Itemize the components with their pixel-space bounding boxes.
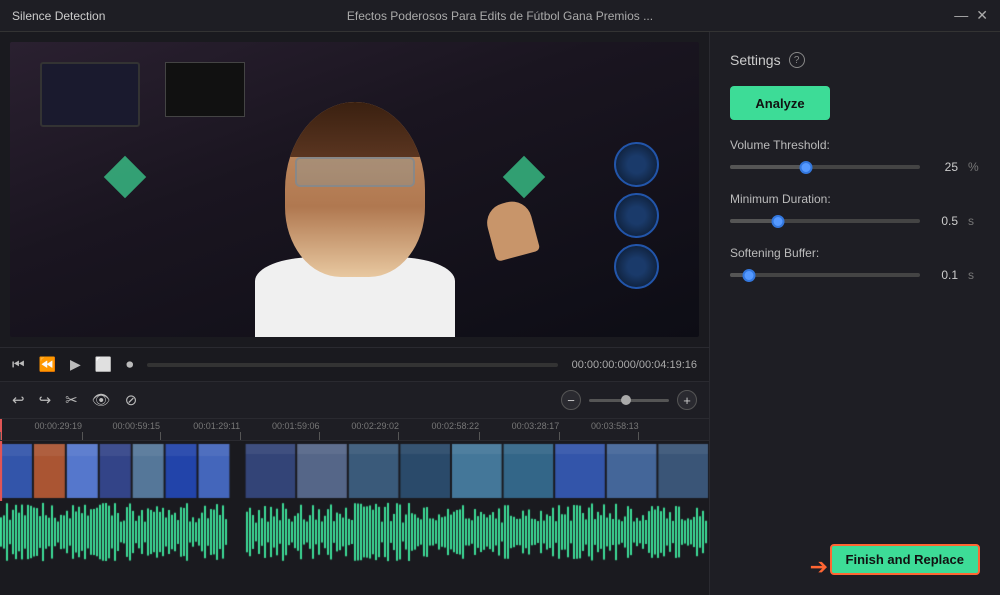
play-prev-button[interactable]: ⏪ xyxy=(39,356,56,373)
eye-button[interactable]: 👁 xyxy=(92,391,111,409)
ruler-mark-7: 00:03:28:17 xyxy=(559,419,560,440)
softening-buffer-thumb[interactable] xyxy=(743,269,756,282)
softening-buffer-label: Softening Buffer: xyxy=(730,246,980,260)
clips-playhead xyxy=(0,441,2,501)
ruler-mark-8: 00:03:58:13 xyxy=(638,419,639,440)
timeline-area: 00:00 00:00:29:19 00:00:59:15 00:01:29:1… xyxy=(0,419,709,595)
person-hair xyxy=(285,102,425,157)
close-button[interactable]: ✕ xyxy=(976,7,988,24)
volume-threshold-label: Volume Threshold: xyxy=(730,138,980,152)
settings-label: Settings xyxy=(730,52,781,68)
redo-button[interactable]: ↪ xyxy=(39,391,52,409)
minimum-duration-label: Minimum Duration: xyxy=(730,192,980,206)
softening-buffer-row: 0.1 s xyxy=(730,268,980,282)
bg-screen xyxy=(40,62,140,127)
diamond-right xyxy=(503,156,545,198)
skip-back-button[interactable]: ⏮ xyxy=(12,356,25,373)
zoom-thumb xyxy=(621,395,631,405)
playback-controls: ⏮ ⏪ ▶ ⬜ ⏺ 00:00:00:000/00:04:19:16 xyxy=(0,347,709,381)
edit-toolbar: ↩ ↪ ✂ 👁 ⊘ − + xyxy=(0,381,709,419)
main-layout: ⏮ ⏪ ▶ ⬜ ⏺ 00:00:00:000/00:04:19:16 ↩ ↪ ✂… xyxy=(0,32,1000,595)
volume-threshold-fill xyxy=(730,165,806,169)
clips-track xyxy=(0,441,709,501)
person-hand xyxy=(483,197,541,262)
record-button[interactable]: ⏺ xyxy=(126,356,133,373)
stop-button[interactable]: ⬜ xyxy=(95,356,112,373)
person-head xyxy=(285,102,425,277)
progress-bar[interactable] xyxy=(147,363,557,367)
softening-buffer-section: Softening Buffer: 0.1 s xyxy=(730,246,980,282)
diamond-left xyxy=(104,156,146,198)
app-title: Silence Detection xyxy=(12,9,105,23)
right-panel: Settings ? Analyze Volume Threshold: 25 … xyxy=(710,32,1000,595)
video-preview-container xyxy=(0,32,709,347)
arrow-icon: ➔ xyxy=(810,554,828,580)
finish-replace-button[interactable]: Finish and Replace xyxy=(830,544,980,575)
settings-header: Settings ? xyxy=(730,52,980,68)
softening-buffer-slider[interactable] xyxy=(730,273,920,277)
volume-threshold-row: 25 % xyxy=(730,160,980,174)
minimum-duration-row: 0.5 s xyxy=(730,214,980,228)
softening-buffer-value: 0.1 xyxy=(930,268,958,282)
minimum-duration-value: 0.5 xyxy=(930,214,958,228)
circle-1 xyxy=(614,142,659,187)
zoom-slider[interactable] xyxy=(589,399,669,402)
timeline-ruler: 00:00 00:00:29:19 00:00:59:15 00:01:29:1… xyxy=(0,419,709,441)
volume-threshold-thumb[interactable] xyxy=(800,161,813,174)
volume-threshold-unit: % xyxy=(968,160,980,174)
volume-threshold-section: Volume Threshold: 25 % xyxy=(730,138,980,174)
ruler-mark-2: 00:00:59:15 xyxy=(160,419,161,440)
play-button[interactable]: ▶ xyxy=(70,356,81,373)
video-title: Efectos Poderosos Para Edits de Fútbol G… xyxy=(347,9,653,23)
spacer xyxy=(730,300,980,526)
ruler-mark-0: 00:00 xyxy=(0,419,1,440)
zoom-controls: − + xyxy=(561,390,697,410)
zoom-in-button[interactable]: + xyxy=(677,390,697,410)
zoom-out-button[interactable]: − xyxy=(561,390,581,410)
analyze-button[interactable]: Analyze xyxy=(730,86,830,120)
undo-button[interactable]: ↩ xyxy=(12,391,25,409)
softening-buffer-unit: s xyxy=(968,268,980,282)
minimum-duration-slider[interactable] xyxy=(730,219,920,223)
title-bar: Silence Detection Efectos Poderosos Para… xyxy=(0,0,1000,32)
help-icon[interactable]: ? xyxy=(789,52,805,68)
volume-threshold-value: 25 xyxy=(930,160,958,174)
disable-button[interactable]: ⊘ xyxy=(125,391,138,409)
clips-canvas xyxy=(0,441,709,501)
waveform-canvas xyxy=(0,501,709,563)
ruler-mark-4: 00:01:59:06 xyxy=(319,419,320,440)
minimum-duration-section: Minimum Duration: 0.5 s xyxy=(730,192,980,228)
cut-button[interactable]: ✂ xyxy=(65,391,78,409)
circle-3 xyxy=(614,244,659,289)
minimize-button[interactable]: — xyxy=(954,7,968,24)
finish-replace-container: ➔ Finish and Replace xyxy=(730,544,980,575)
minimum-duration-thumb[interactable] xyxy=(771,215,784,228)
minimum-duration-unit: s xyxy=(968,214,980,228)
ruler-mark-1: 00:00:29:19 xyxy=(82,419,83,440)
video-preview xyxy=(10,42,699,337)
volume-threshold-slider[interactable] xyxy=(730,165,920,169)
circle-2 xyxy=(614,193,659,238)
ruler-mark-5: 00:02:29:02 xyxy=(398,419,399,440)
ruler-mark-6: 00:02:58:22 xyxy=(479,419,480,440)
person-glasses xyxy=(295,157,415,187)
circles-right xyxy=(614,142,659,289)
ruler-mark-3: 00:01:29:11 xyxy=(240,419,241,440)
time-display: 00:00:00:000/00:04:19:16 xyxy=(572,359,697,371)
bg-monitor xyxy=(165,62,245,117)
audio-track xyxy=(0,501,709,563)
left-panel: ⏮ ⏪ ▶ ⬜ ⏺ 00:00:00:000/00:04:19:16 ↩ ↪ ✂… xyxy=(0,32,710,595)
window-controls: — ✕ xyxy=(954,7,988,24)
